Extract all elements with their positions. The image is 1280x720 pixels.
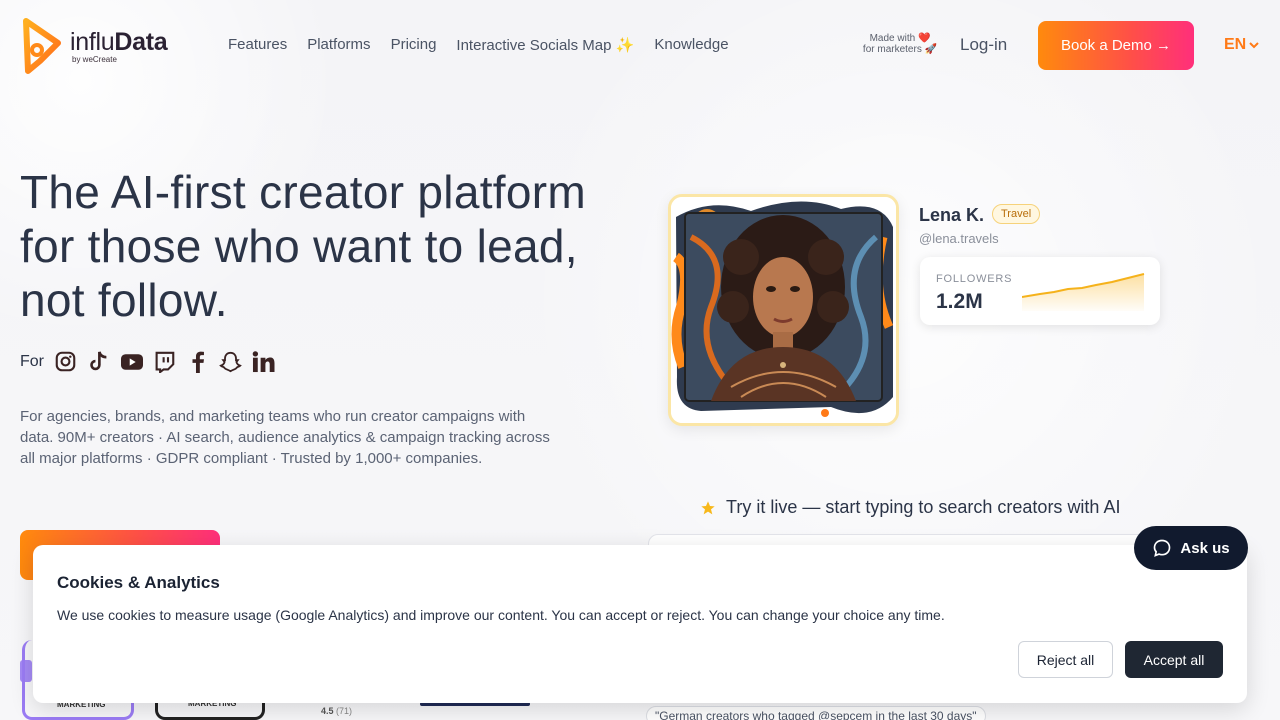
followers-value: 1.2M	[936, 290, 983, 313]
top-navigation: influData by weCreate Features Platforms…	[0, 0, 1280, 92]
for-label: For	[20, 352, 44, 370]
cookie-title: Cookies & Analytics	[57, 573, 220, 592]
followers-label: FOLLOWERS	[936, 273, 1013, 285]
try-live-heading: Try it live — start typing to search cre…	[700, 497, 1120, 518]
nav-link-socials-map[interactable]: Interactive Socials Map ✨	[456, 36, 634, 54]
accept-all-button[interactable]: Accept all	[1125, 641, 1223, 678]
nav-link-platforms[interactable]: Platforms	[307, 36, 370, 54]
creator-name: Lena K.	[919, 205, 985, 225]
rating-count: (71)	[336, 706, 353, 716]
star-icon	[701, 500, 715, 514]
instagram-icon[interactable]	[54, 350, 77, 373]
followers-trend-sparkline	[1022, 273, 1145, 311]
example-query-chip[interactable]: "German creators who tagged @sepcem in t…	[646, 706, 986, 720]
logo-name: influData	[70, 27, 168, 56]
book-demo-button[interactable]: Book a Demo →	[1038, 21, 1194, 70]
rating-value: 4.5	[321, 706, 334, 716]
language-selector[interactable]: EN	[1224, 36, 1259, 54]
nav-link-knowledge[interactable]: Knowledge	[654, 36, 728, 54]
tiktok-icon[interactable]	[87, 350, 110, 373]
logo-wordmark: influData by weCreate	[70, 27, 168, 64]
infludata-logo-icon	[23, 18, 61, 74]
platform-list: For	[20, 350, 275, 373]
infludata-logo[interactable]: influData by weCreate	[20, 16, 190, 76]
chat-bubble-icon	[1154, 539, 1171, 557]
cookie-text: We use cookies to measure usage (Google …	[57, 607, 945, 623]
made-with-badge: Made with ❤️ for marketers 🚀	[850, 33, 950, 55]
rating-score: 4.5 (71)	[321, 706, 352, 716]
creator-handle: @lena.travels	[919, 231, 999, 246]
hero-title: The AI-first creator platform for those …	[20, 166, 586, 326]
made-with-line1: Made with ❤️	[869, 33, 931, 44]
cookie-consent-banner: Cookies & Analytics We use cookies to me…	[33, 545, 1247, 703]
followers-card: FOLLOWERS 1.2M	[920, 257, 1160, 325]
nav-link-pricing[interactable]: Pricing	[391, 36, 437, 54]
creator-portrait-illustration	[671, 197, 896, 423]
chevron-down-icon	[1249, 42, 1259, 49]
main-menu: Features Platforms Pricing Interactive S…	[228, 36, 729, 54]
linkedin-icon[interactable]	[252, 350, 275, 373]
made-with-line2: for marketers 🚀	[862, 44, 938, 55]
facebook-icon[interactable]	[186, 350, 209, 373]
logo-subtitle: by weCreate	[72, 54, 117, 64]
creator-portrait	[668, 194, 899, 426]
snapchat-icon[interactable]	[219, 350, 242, 373]
nav-link-features[interactable]: Features	[228, 36, 287, 54]
try-live-text: Try it live — start typing to search cre…	[726, 497, 1121, 517]
hero-description: For agencies, brands, and marketing team…	[20, 408, 550, 467]
logo-name-suffix: Data	[114, 27, 168, 56]
ask-us-chat-button[interactable]: Ask us	[1134, 526, 1248, 570]
twitch-icon[interactable]	[153, 350, 176, 373]
ask-us-label: Ask us	[1180, 539, 1230, 557]
reject-all-button[interactable]: Reject all	[1018, 641, 1113, 678]
youtube-icon[interactable]	[120, 350, 143, 373]
logo-name-prefix: influ	[70, 27, 115, 56]
language-label: EN	[1224, 36, 1247, 53]
login-link[interactable]: Log-in	[960, 35, 1007, 55]
creator-category-badge: Travel	[992, 204, 1041, 224]
